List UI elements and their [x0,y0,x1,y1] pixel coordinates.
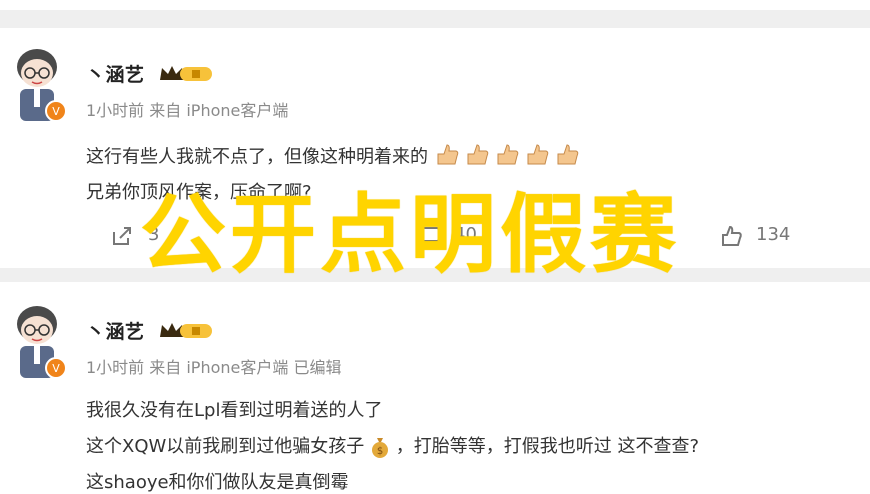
svg-text:$: $ [377,446,383,457]
post-text: ，打胎等等，打假我也听过 这不查查? [395,436,700,457]
like-count[interactable]: 134 [756,224,790,245]
post-text: 这行有些人我就不点了，但像这种明着来的 [86,146,428,168]
vip-crown-icon [160,323,212,338]
money-bag-icon: $ [372,438,389,458]
avatar[interactable]: V [8,45,66,123]
overlay-caption: 公开点明假赛 [140,185,680,285]
username[interactable]: 丶涵艺 [86,317,145,344]
share-icon[interactable] [110,224,134,248]
avatar[interactable]: V [8,302,66,380]
post-text: 这shaoye和你们做队友是真倒霉 [86,472,349,493]
post-text-line: 这个XQW以前我刷到过他骗女孩子 $ ，打胎等等，打假我也听过 这不查查? [86,432,699,459]
post-text: 我很久没有在Lpl看到过明着送的人了 [86,400,383,421]
post-text-line: 这行有些人我就不点了，但像这种明着来的 [86,142,584,173]
post-meta: 1小时前 来自 iPhone客户端 [86,101,289,120]
vip-crown-icon [160,66,212,81]
svg-text:V: V [52,362,60,375]
username[interactable]: 丶涵艺 [86,60,145,87]
post-text: 这个XQW以前我刷到过他骗女孩子 [86,436,365,457]
post-meta: 1小时前 来自 iPhone客户端 已编辑 [86,358,342,377]
svg-text:V: V [52,105,60,118]
thumbs-up-icon [434,142,584,173]
post-card: V 丶涵艺 1小时前 来自 iPhone客户端 已编辑 我很久没有在Lpl看到过… [0,282,870,493]
